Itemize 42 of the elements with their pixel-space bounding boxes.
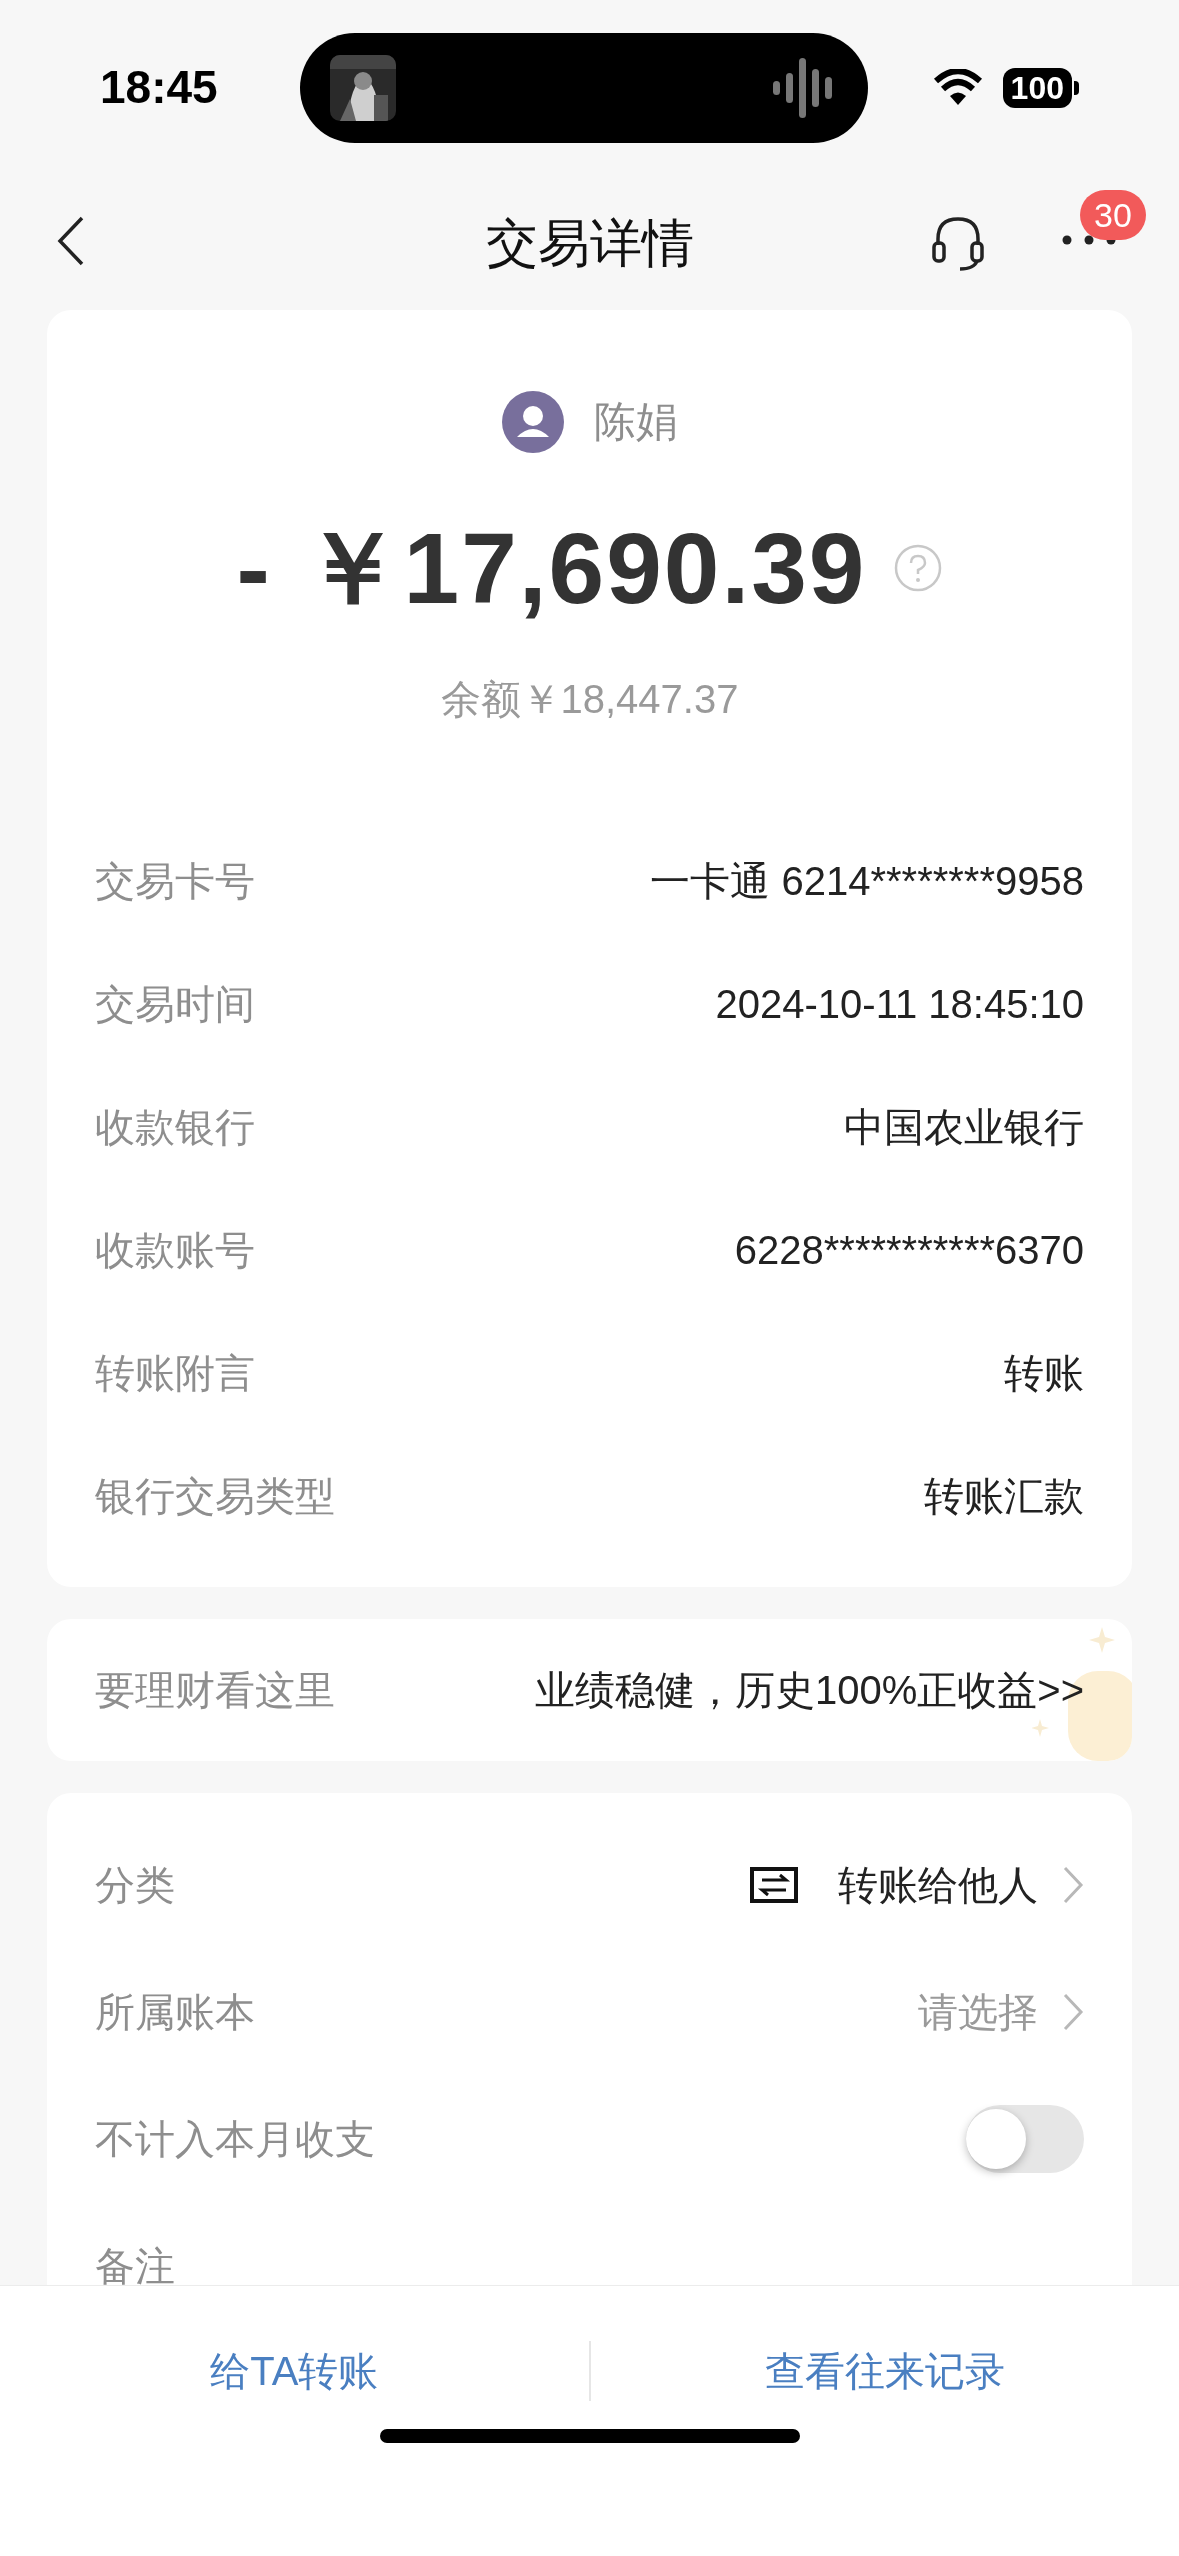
chevron-right-icon (1062, 1991, 1084, 2032)
promo-label: 要理财看这里 (95, 1667, 335, 1714)
detail-label: 交易时间 (95, 980, 255, 1028)
detail-label: 银行交易类型 (95, 1472, 335, 1520)
chevron-right-icon (1062, 1864, 1084, 1905)
back-button[interactable] (56, 215, 86, 267)
promo-banner[interactable]: 要理财看这里 业绩稳健，历史100%正收益>> (47, 1619, 1132, 1761)
avatar-icon (501, 390, 564, 453)
transfer-button[interactable]: 给TA转账 (194, 2333, 395, 2409)
promo-text: 业绩稳健，历史100%正收益>> (534, 1667, 1084, 1714)
setting-label: 分类 (95, 1861, 175, 1909)
balance-text: 余额￥18,447.37 (440, 676, 739, 723)
transaction-amount: - ￥17,690.39 (236, 511, 867, 626)
toggle-switch[interactable] (966, 2104, 1084, 2173)
setting-label: 不计入本月收支 (95, 2115, 375, 2163)
detail-label: 交易卡号 (95, 857, 255, 905)
help-icon (894, 544, 943, 592)
payee-name: 陈娟 (593, 397, 678, 447)
battery-cap-icon (1074, 80, 1079, 95)
detail-label: 收款银行 (95, 1103, 255, 1151)
page-title: 交易详情 (485, 212, 694, 274)
detail-value: 转账汇款 (924, 1472, 1084, 1520)
customer-service-button[interactable] (930, 215, 986, 273)
detail-label: 收款账号 (95, 1226, 255, 1274)
category-selector[interactable]: 转账给他人 (750, 1854, 1084, 1915)
detail-value: 中国农业银行 (844, 1103, 1084, 1151)
ledger-selector[interactable]: 请选择 (918, 1981, 1084, 2042)
detail-value: 一卡通 6214********9958 (650, 857, 1084, 905)
transfer-icon (750, 1866, 798, 1903)
headset-icon (930, 215, 986, 273)
detail-value: 6228***********6370 (734, 1226, 1084, 1274)
detail-label: 转账附言 (95, 1349, 255, 1397)
detail-value: 转账 (1004, 1349, 1084, 1397)
status-time: 18:45 (100, 60, 218, 115)
notification-badge: 30 (1080, 190, 1146, 240)
detail-value: 2024-10-11 18:45:10 (715, 980, 1084, 1028)
history-button[interactable]: 查看往来记录 (748, 2333, 1021, 2409)
wifi-icon (932, 68, 983, 107)
back-icon (56, 215, 86, 267)
setting-label: 备注 (95, 2242, 175, 2290)
battery-level: 100 (1002, 67, 1072, 108)
setting-label: 所属账本 (95, 1988, 255, 2036)
